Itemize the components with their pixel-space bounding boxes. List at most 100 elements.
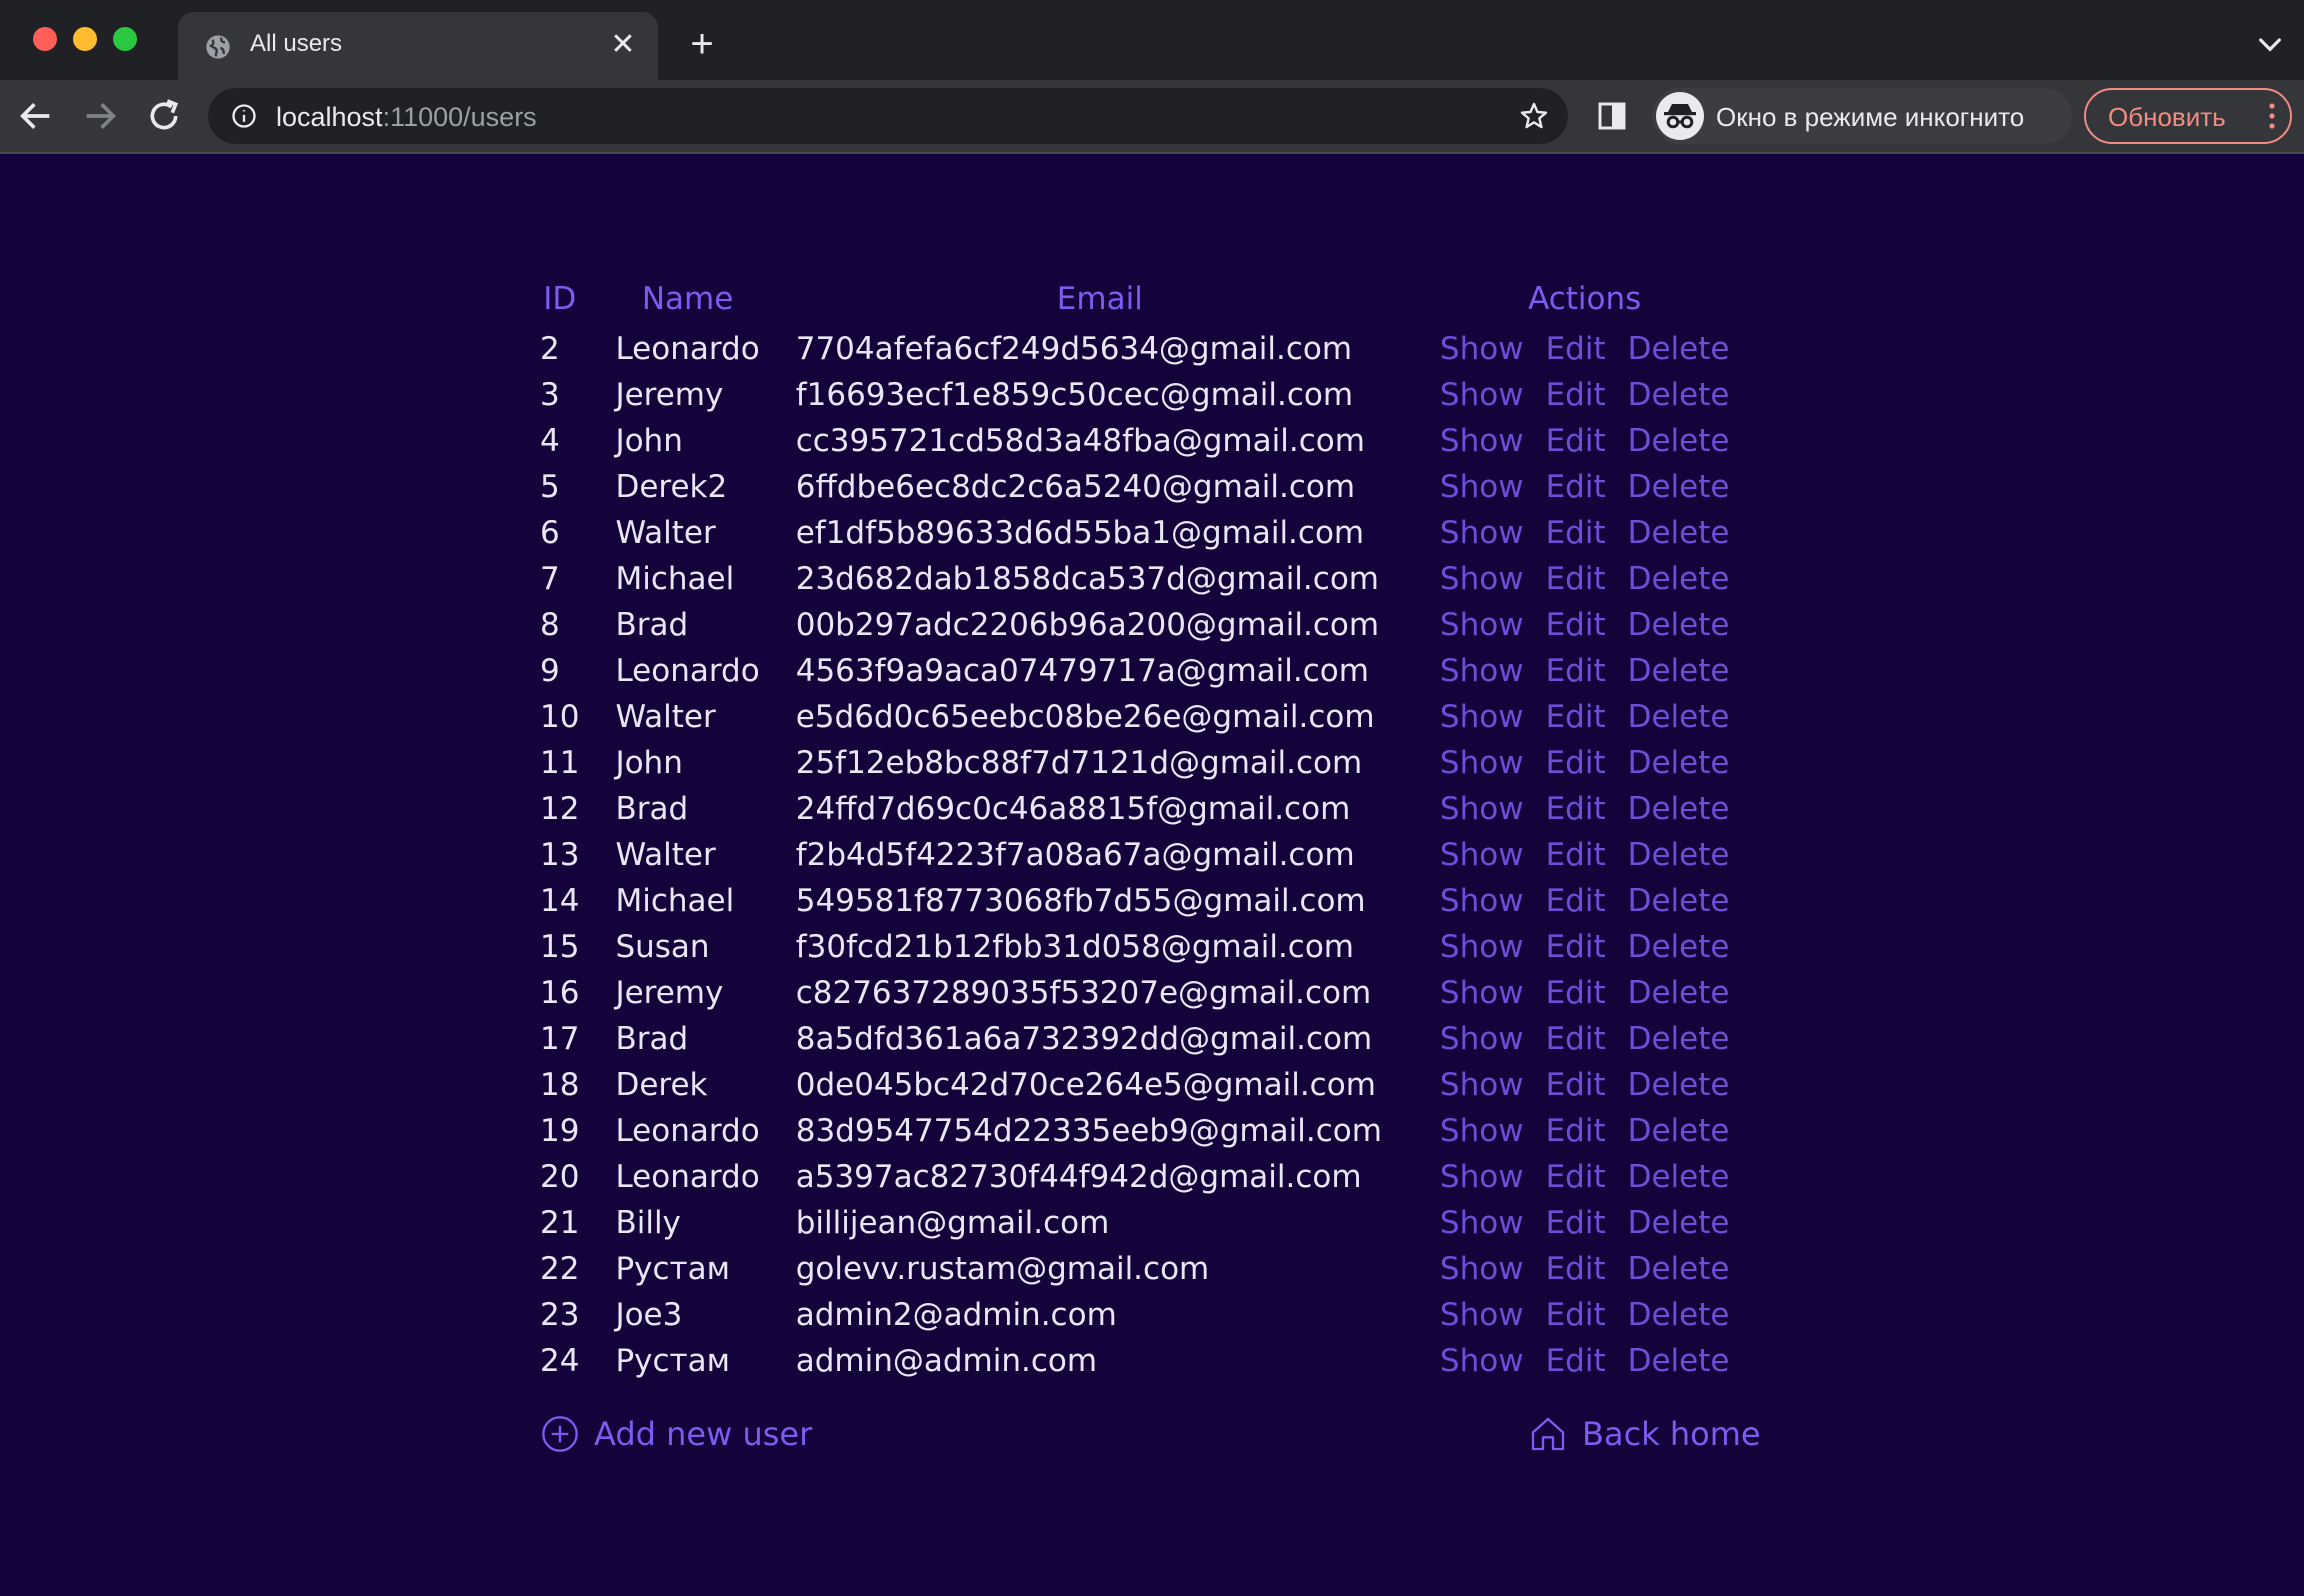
show-link[interactable]: Show: [1440, 1251, 1524, 1287]
show-link[interactable]: Show: [1440, 653, 1524, 689]
star-icon[interactable]: [1518, 100, 1550, 132]
back-home-link[interactable]: Back home: [1528, 1414, 1761, 1454]
edit-link[interactable]: Edit: [1546, 561, 1606, 597]
show-link[interactable]: Show: [1440, 837, 1524, 873]
forward-arrow-icon[interactable]: [80, 96, 120, 136]
minimize-window-button[interactable]: [73, 27, 97, 51]
edit-link[interactable]: Edit: [1546, 331, 1606, 367]
show-link[interactable]: Show: [1440, 883, 1524, 919]
cell-name: Leonardo: [615, 1113, 760, 1149]
info-icon[interactable]: [230, 102, 258, 130]
edit-link[interactable]: Edit: [1546, 1067, 1606, 1103]
edit-link[interactable]: Edit: [1546, 929, 1606, 965]
show-link[interactable]: Show: [1440, 1159, 1524, 1195]
show-link[interactable]: Show: [1440, 515, 1524, 551]
edit-link[interactable]: Edit: [1546, 1251, 1606, 1287]
reload-icon[interactable]: [144, 96, 184, 136]
edit-link[interactable]: Edit: [1546, 607, 1606, 643]
cell-id: 15: [540, 929, 580, 965]
edit-link[interactable]: Edit: [1546, 791, 1606, 827]
edit-link[interactable]: Edit: [1546, 1159, 1606, 1195]
side-panel-icon[interactable]: [1596, 100, 1628, 132]
show-link[interactable]: Show: [1440, 745, 1524, 781]
show-link[interactable]: Show: [1440, 377, 1524, 413]
show-link[interactable]: Show: [1440, 1205, 1524, 1241]
back-arrow-icon[interactable]: [16, 96, 56, 136]
delete-link[interactable]: Delete: [1628, 791, 1730, 827]
delete-link[interactable]: Delete: [1628, 837, 1730, 873]
chevron-down-icon[interactable]: [2254, 28, 2286, 60]
edit-link[interactable]: Edit: [1546, 699, 1606, 735]
edit-link[interactable]: Edit: [1546, 423, 1606, 459]
delete-link[interactable]: Delete: [1628, 745, 1730, 781]
delete-link[interactable]: Delete: [1628, 1159, 1730, 1195]
cell-actions: Show Edit Delete: [1422, 1108, 1748, 1154]
delete-link[interactable]: Delete: [1628, 515, 1730, 551]
edit-link[interactable]: Edit: [1546, 975, 1606, 1011]
edit-link[interactable]: Edit: [1546, 883, 1606, 919]
delete-link[interactable]: Delete: [1628, 607, 1730, 643]
edit-link[interactable]: Edit: [1546, 469, 1606, 505]
delete-link[interactable]: Delete: [1628, 653, 1730, 689]
incognito-label: Окно в режиме инкогнито: [1716, 102, 2025, 132]
cell-id: 11: [540, 745, 580, 781]
show-link[interactable]: Show: [1440, 1067, 1524, 1103]
show-link[interactable]: Show: [1440, 975, 1524, 1011]
delete-link[interactable]: Delete: [1628, 1021, 1730, 1057]
edit-link[interactable]: Edit: [1546, 515, 1606, 551]
cell-name: Jeremy: [615, 975, 724, 1011]
add-new-user-link[interactable]: Add new user: [540, 1414, 812, 1454]
close-window-button[interactable]: [33, 27, 57, 51]
show-link[interactable]: Show: [1440, 607, 1524, 643]
edit-link[interactable]: Edit: [1546, 653, 1606, 689]
delete-link[interactable]: Delete: [1628, 377, 1730, 413]
edit-link[interactable]: Edit: [1546, 1113, 1606, 1149]
delete-link[interactable]: Delete: [1628, 469, 1730, 505]
maximize-window-button[interactable]: [113, 27, 137, 51]
show-link[interactable]: Show: [1440, 331, 1524, 367]
incognito-indicator[interactable]: Окно в режиме инкогнито: [1652, 88, 2072, 144]
tab-all-users[interactable]: All users ✕: [178, 12, 658, 80]
show-link[interactable]: Show: [1440, 1343, 1524, 1379]
show-link[interactable]: Show: [1440, 791, 1524, 827]
cell-name: Michael: [615, 883, 735, 919]
edit-link[interactable]: Edit: [1546, 1021, 1606, 1057]
delete-link[interactable]: Delete: [1628, 1297, 1730, 1333]
delete-link[interactable]: Delete: [1628, 1205, 1730, 1241]
show-link[interactable]: Show: [1440, 469, 1524, 505]
delete-link[interactable]: Delete: [1628, 1067, 1730, 1103]
edit-link[interactable]: Edit: [1546, 1205, 1606, 1241]
edit-link[interactable]: Edit: [1546, 837, 1606, 873]
show-link[interactable]: Show: [1440, 1021, 1524, 1057]
delete-link[interactable]: Delete: [1628, 929, 1730, 965]
cell-email: 549581f8773068fb7d55@gmail.com: [795, 883, 1366, 919]
delete-link[interactable]: Delete: [1628, 423, 1730, 459]
delete-link[interactable]: Delete: [1628, 1343, 1730, 1379]
show-link[interactable]: Show: [1440, 929, 1524, 965]
show-link[interactable]: Show: [1440, 423, 1524, 459]
table-row: 24 Рустам admin@admin.com Show Edit Delete: [522, 1338, 1747, 1384]
edit-link[interactable]: Edit: [1546, 1343, 1606, 1379]
delete-link[interactable]: Delete: [1628, 1113, 1730, 1149]
cell-actions: Show Edit Delete: [1422, 1246, 1748, 1292]
close-icon[interactable]: ✕: [606, 28, 640, 62]
delete-link[interactable]: Delete: [1628, 1251, 1730, 1287]
delete-link[interactable]: Delete: [1628, 561, 1730, 597]
delete-link[interactable]: Delete: [1628, 699, 1730, 735]
cell-email: 7704afefa6cf249d5634@gmail.com: [795, 331, 1353, 367]
delete-link[interactable]: Delete: [1628, 331, 1730, 367]
edit-link[interactable]: Edit: [1546, 377, 1606, 413]
update-button[interactable]: Обновить: [2084, 88, 2292, 144]
more-vert-icon[interactable]: [2268, 102, 2276, 130]
edit-link[interactable]: Edit: [1546, 745, 1606, 781]
show-link[interactable]: Show: [1440, 561, 1524, 597]
edit-link[interactable]: Edit: [1546, 1297, 1606, 1333]
address-bar[interactable]: localhost:11000/users: [208, 88, 1568, 144]
plus-icon[interactable]: +: [680, 22, 724, 66]
delete-link[interactable]: Delete: [1628, 883, 1730, 919]
show-link[interactable]: Show: [1440, 1113, 1524, 1149]
cell-name: Joe3: [615, 1297, 683, 1333]
show-link[interactable]: Show: [1440, 699, 1524, 735]
delete-link[interactable]: Delete: [1628, 975, 1730, 1011]
show-link[interactable]: Show: [1440, 1297, 1524, 1333]
